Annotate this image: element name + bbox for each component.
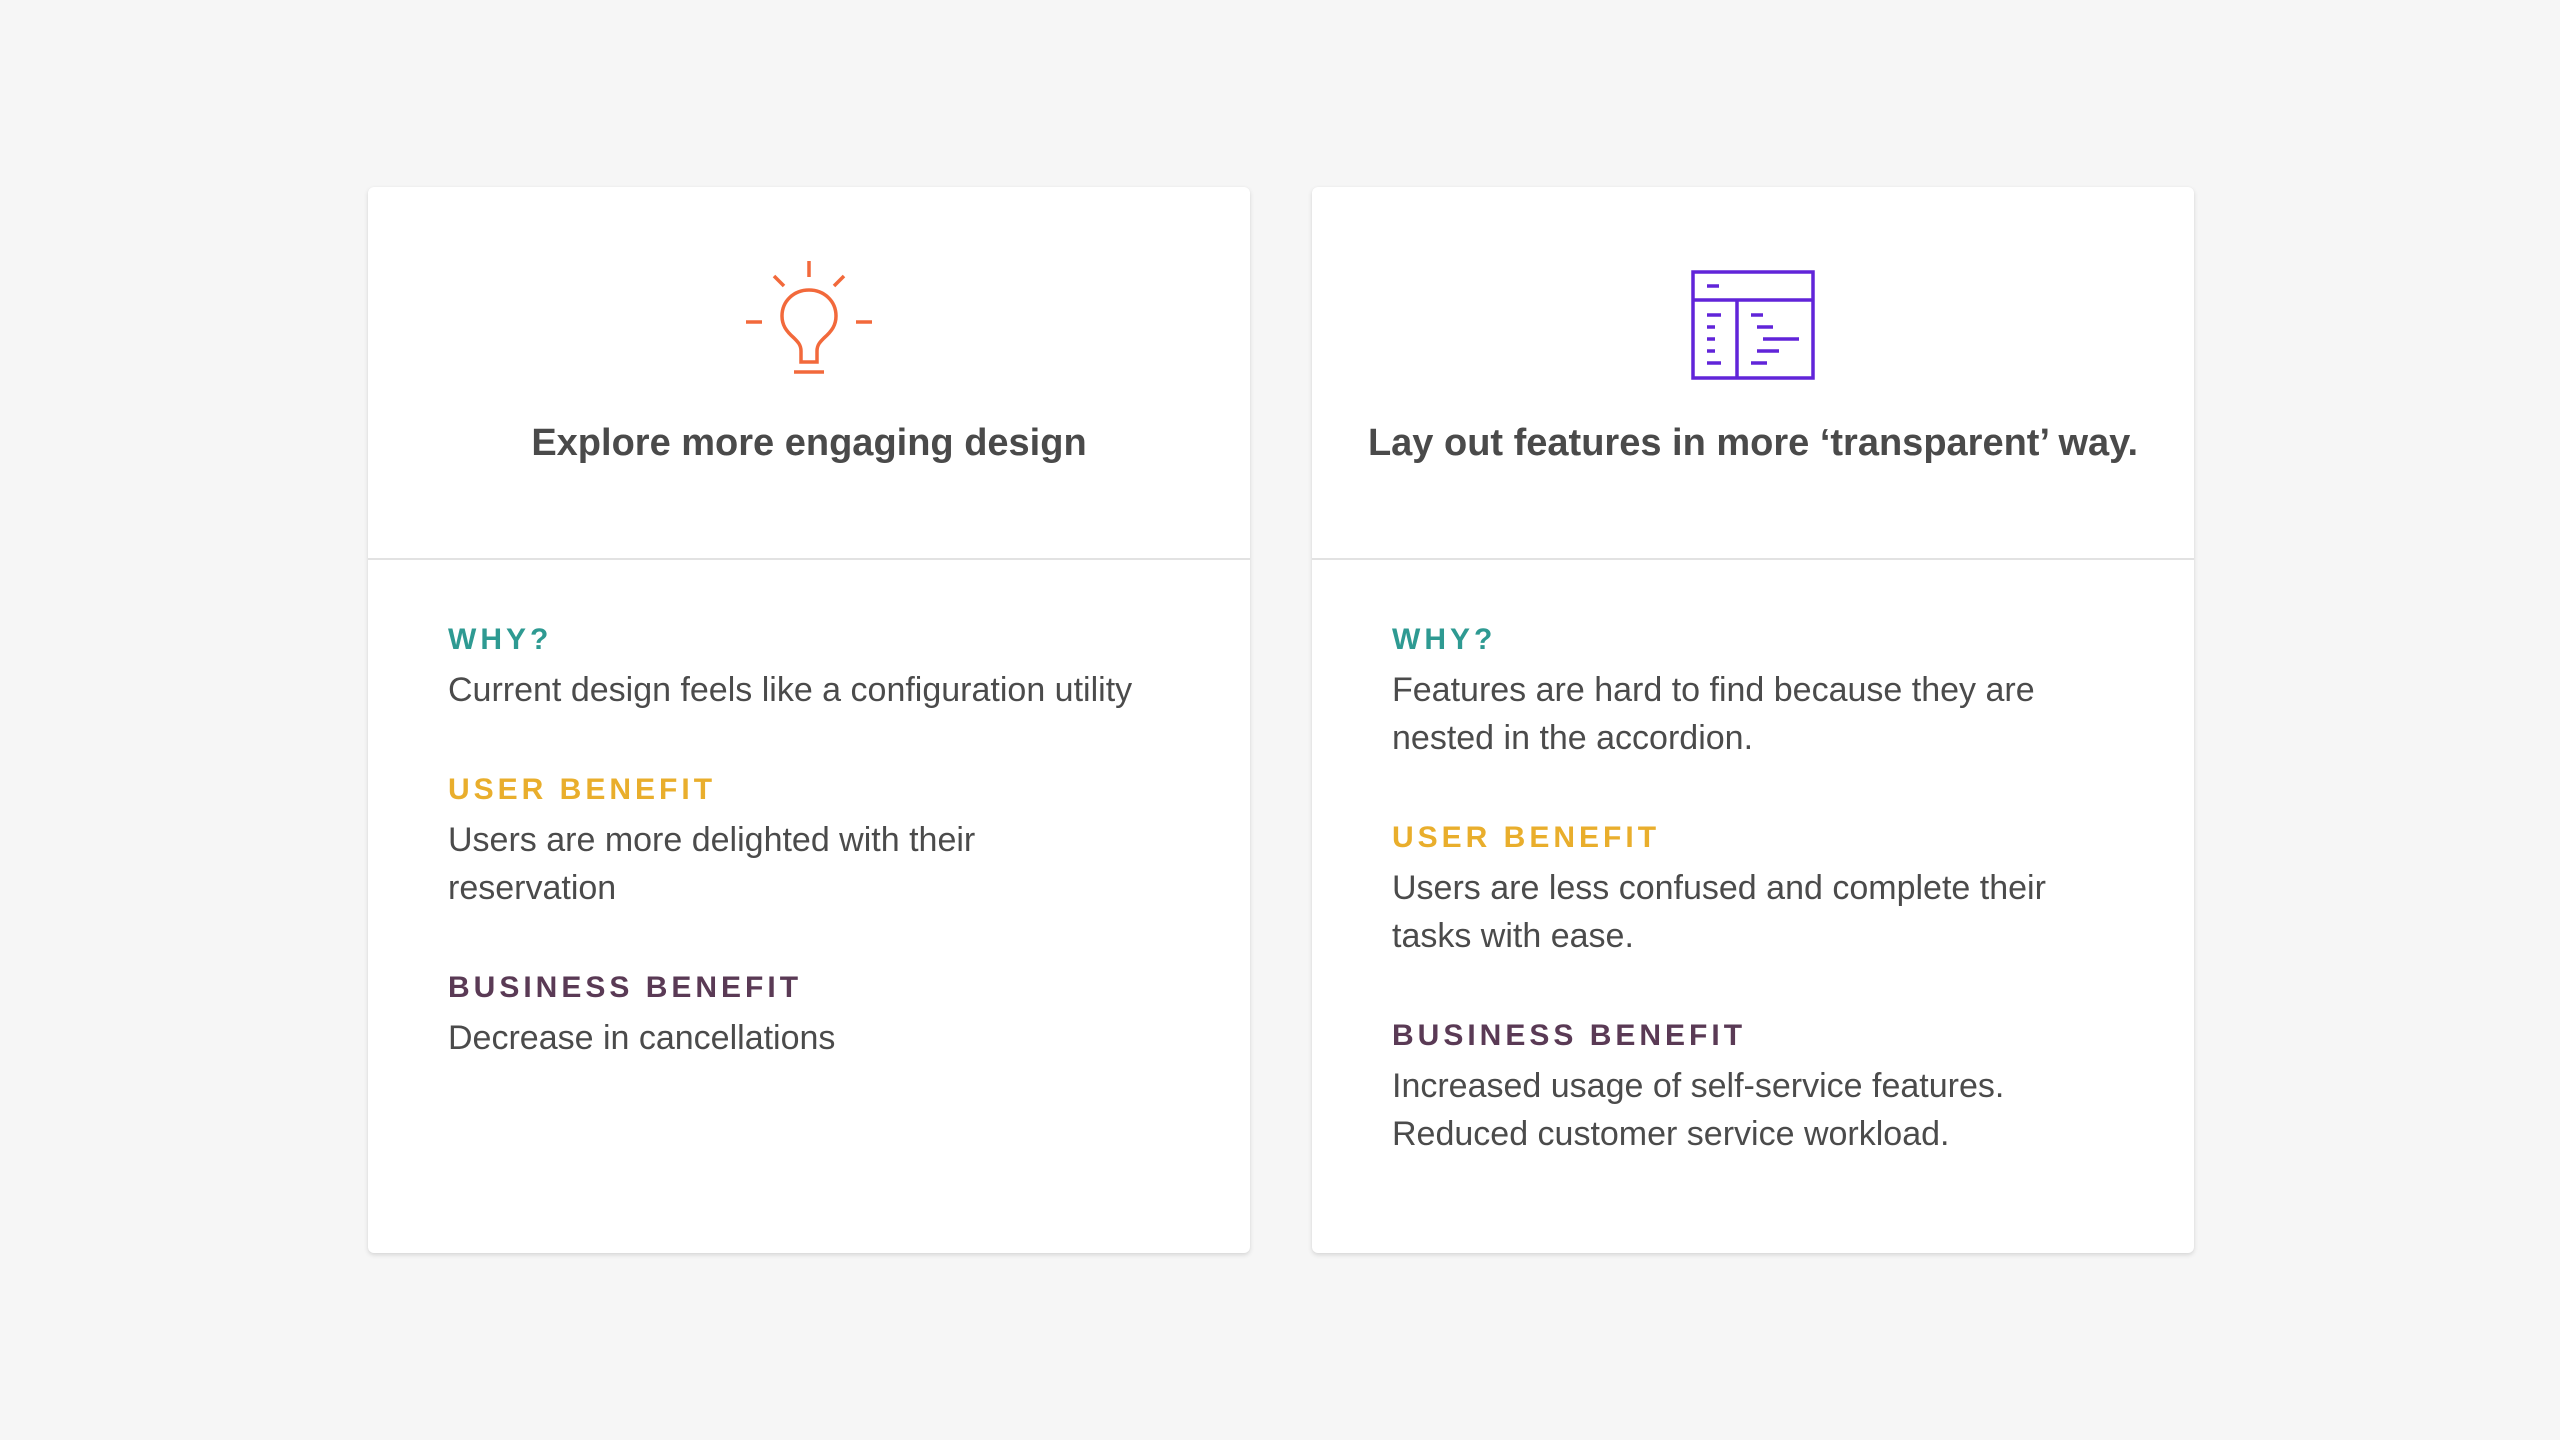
- why-section: WHY? Current design feels like a configu…: [448, 620, 1170, 714]
- lightbulb-icon: [744, 259, 874, 391]
- card-header: Explore more engaging design: [368, 187, 1250, 560]
- why-text: Current design feels like a configuratio…: [448, 671, 1133, 709]
- business-benefit-section: BUSINESS BENEFIT Increased usage of self…: [1392, 1016, 2114, 1158]
- user-benefit-label: USER BENEFIT: [1392, 821, 1661, 854]
- business-benefit-label: BUSINESS BENEFIT: [1392, 1019, 1747, 1052]
- card-title: Explore more engaging design: [531, 422, 1087, 464]
- why-section: WHY? Features are hard to find because t…: [1392, 620, 2114, 762]
- card-title: Lay out features in more ‘transparent’ w…: [1367, 422, 2139, 464]
- card-engaging-design: Explore more engaging design WHY? Curren…: [368, 187, 1250, 1253]
- business-benefit-label: BUSINESS BENEFIT: [448, 971, 803, 1004]
- card-body: WHY? Current design feels like a configu…: [368, 560, 1250, 1118]
- user-benefit-label: USER BENEFIT: [448, 773, 717, 806]
- why-label: WHY?: [1392, 623, 1497, 656]
- card-header: Lay out features in more ‘transparent’ w…: [1312, 187, 2194, 560]
- business-benefit-section: BUSINESS BENEFIT Decrease in cancellatio…: [448, 968, 1170, 1062]
- why-label: WHY?: [448, 623, 553, 656]
- why-text: Features are hard to find because they a…: [1392, 671, 2035, 757]
- user-benefit-section: USER BENEFIT Users are less confused and…: [1392, 818, 2114, 960]
- user-benefit-text: Users are more delighted with their rese…: [448, 821, 976, 907]
- business-benefit-text: Decrease in cancellations: [448, 1019, 836, 1057]
- business-benefit-text: Increased usage of self-service features…: [1392, 1067, 2005, 1153]
- card-transparent-features: Lay out features in more ‘transparent’ w…: [1312, 187, 2194, 1253]
- user-benefit-section: USER BENEFIT Users are more delighted wi…: [448, 770, 1170, 912]
- layout-window-icon: [1691, 259, 1815, 391]
- cards-container: Explore more engaging design WHY? Curren…: [368, 187, 2194, 1253]
- card-body: WHY? Features are hard to find because t…: [1312, 560, 2194, 1214]
- user-benefit-text: Users are less confused and complete the…: [1392, 869, 2046, 955]
